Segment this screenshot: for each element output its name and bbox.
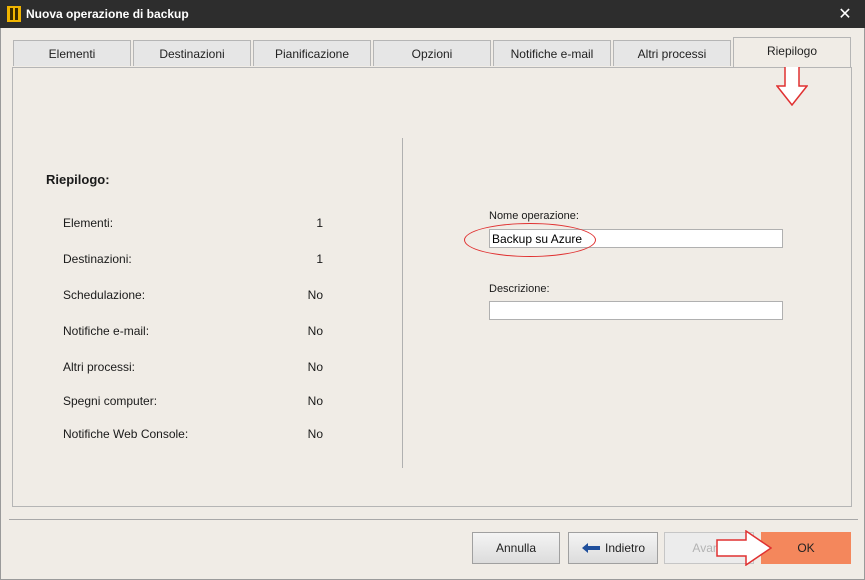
tab-altri-processi[interactable]: Altri processi <box>613 40 731 66</box>
row-label-notifiche-email: Notifiche e-mail: <box>63 324 150 338</box>
tab-opzioni[interactable]: Opzioni <box>373 40 491 66</box>
app-icon <box>7 6 21 22</box>
cancel-button[interactable]: Annulla <box>472 532 560 564</box>
row-label-notifiche-web-console: Notifiche Web Console: <box>63 427 189 441</box>
tab-label: Pianificazione <box>274 46 350 61</box>
tab-label: Notifiche e-mail <box>510 46 594 61</box>
tab-label: Altri processi <box>637 46 707 61</box>
row-value-schedulazione: No <box>307 288 323 302</box>
close-button[interactable]: ✕ <box>825 0 865 28</box>
tab-destinazioni[interactable]: Destinazioni <box>133 40 251 66</box>
tab-notifiche-email[interactable]: Notifiche e-mail <box>493 40 611 66</box>
name-input[interactable] <box>489 229 783 248</box>
row-label-destinazioni: Destinazioni: <box>63 252 132 266</box>
row-label-schedulazione: Schedulazione: <box>63 288 146 302</box>
row-value-spegni-computer: No <box>307 394 323 408</box>
next-label: Avanti <box>692 541 726 555</box>
window-title: Nuova operazione di backup <box>26 7 189 21</box>
row-value-notifiche-web-console: No <box>307 427 323 441</box>
row-label-spegni-computer: Spegni computer: <box>63 394 158 408</box>
tab-label: Riepilogo <box>766 44 818 58</box>
row-value-elementi: 1 <box>316 216 323 230</box>
back-label: Indietro <box>604 541 646 555</box>
name-label: Nome operazione: <box>489 210 579 222</box>
row-label-altri-processi: Altri processi: <box>63 360 136 374</box>
summary-title: Riepilogo: <box>46 172 110 187</box>
vertical-divider <box>402 138 403 468</box>
arrow-left-icon <box>581 543 600 553</box>
summary-panel: Riepilogo: Elementi: 1 Destinazioni: 1 S… <box>12 67 852 507</box>
next-button[interactable]: Avanti <box>664 532 754 564</box>
ok-button[interactable]: OK <box>761 532 851 564</box>
tab-label: Elementi <box>48 46 96 61</box>
tab-riepilogo[interactable]: Riepilogo <box>733 37 851 67</box>
close-icon: ✕ <box>838 6 852 23</box>
back-button[interactable]: Indietro <box>568 532 658 564</box>
tab-elementi[interactable]: Elementi <box>13 40 131 66</box>
row-value-destinazioni: 1 <box>316 252 323 266</box>
row-label-elementi: Elementi: <box>63 216 114 230</box>
ok-label: OK <box>797 541 815 555</box>
tab-label: Opzioni <box>411 46 453 61</box>
row-value-altri-processi: No <box>307 360 323 374</box>
description-input[interactable] <box>489 301 783 320</box>
tab-label: Destinazioni <box>159 46 225 61</box>
dialog-window: Elementi Destinazioni Pianificazione Opz… <box>0 28 865 580</box>
title-bar: Nuova operazione di backup ✕ <box>0 0 865 28</box>
cancel-label: Annulla <box>495 541 537 555</box>
tab-pianificazione[interactable]: Pianificazione <box>253 40 371 66</box>
footer-divider <box>9 519 858 520</box>
description-label: Descrizione: <box>489 283 550 295</box>
row-value-notifiche-email: No <box>307 324 323 338</box>
